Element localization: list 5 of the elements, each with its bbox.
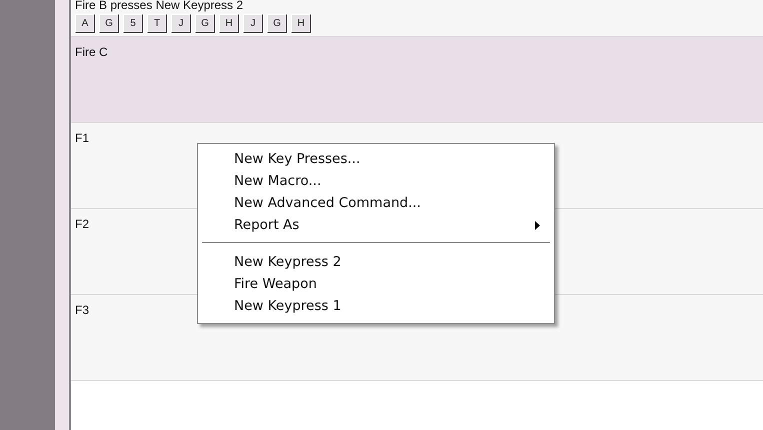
- binding-name: F3: [75, 303, 90, 317]
- binding-name: Fire C: [75, 45, 108, 59]
- binding-name: Fire B presses New Keypress 2: [75, 0, 244, 12]
- binding-name: F2: [75, 217, 90, 231]
- binding-name: F1: [75, 131, 90, 145]
